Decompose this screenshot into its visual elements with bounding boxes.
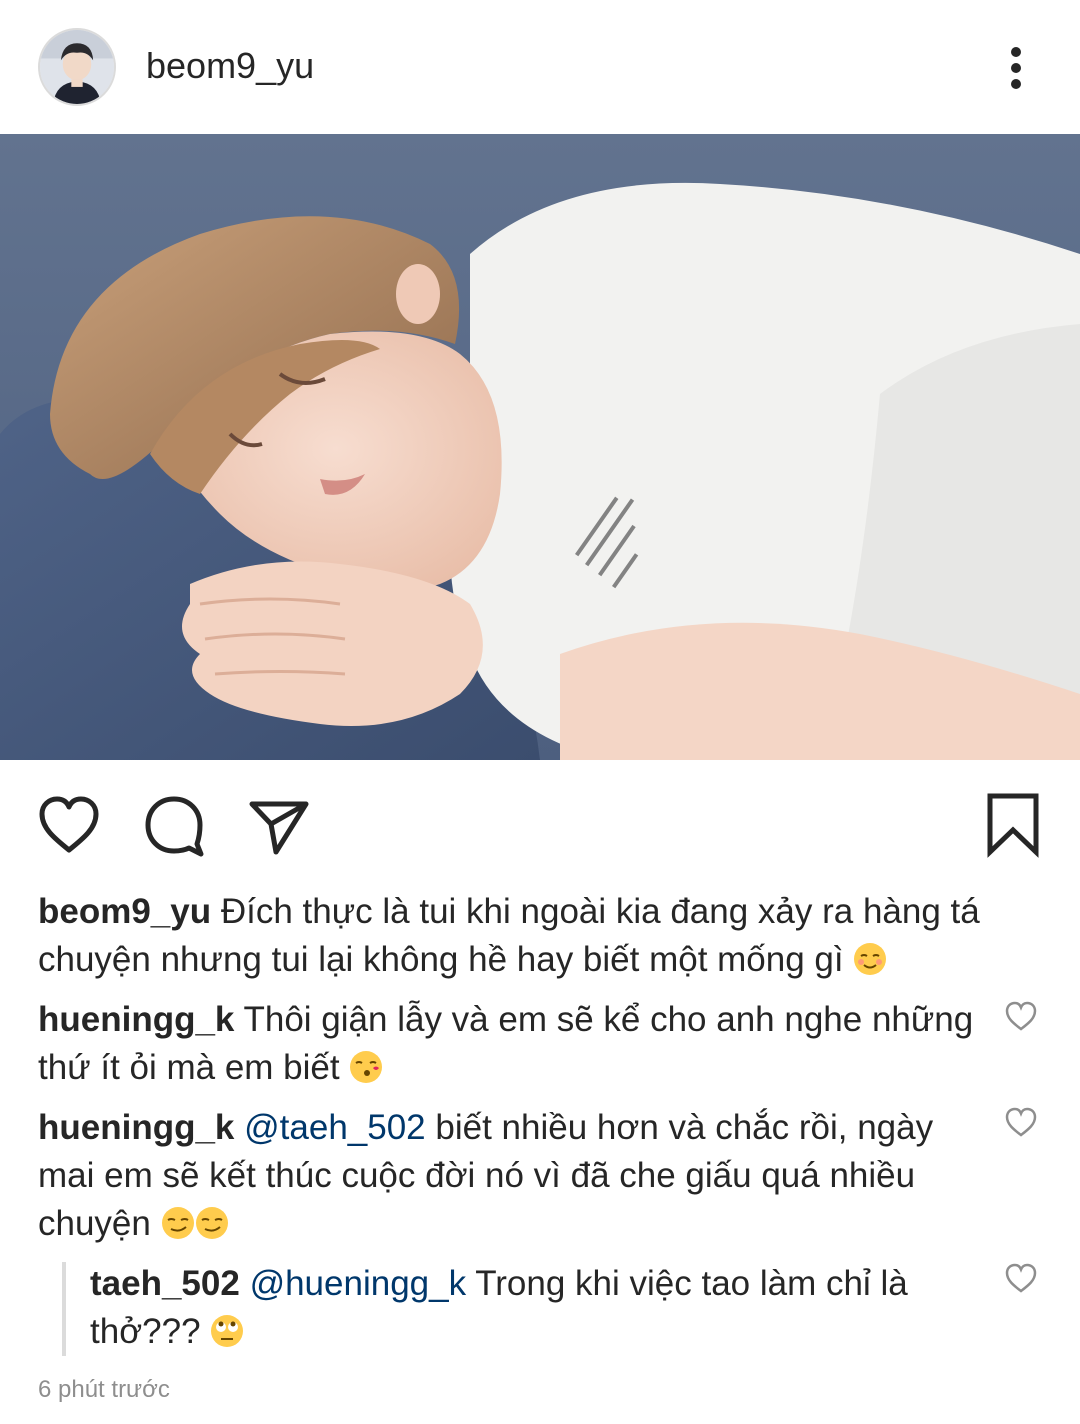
eye-roll-emoji <box>210 1314 244 1348</box>
comment-username[interactable]: hueningg_k <box>38 1108 234 1147</box>
comment-item: hueningg_k @taeh_502 biết nhiều hơn và c… <box>38 1104 978 1248</box>
comment-mention[interactable]: @taeh_502 <box>244 1108 426 1147</box>
reply-thread-line <box>62 1262 66 1356</box>
post-action-bar <box>0 760 1080 880</box>
post-header: beom9_yu <box>0 0 1080 134</box>
reply-item: taeh_502 @hueningg_k Trong khi việc tao … <box>90 1260 970 1356</box>
comment-item: hueningg_k Thôi giận lẫy và em sẽ kể cho… <box>38 996 978 1092</box>
paper-plane-icon[interactable] <box>246 792 312 858</box>
smirking-face-emoji <box>161 1206 195 1240</box>
avatar[interactable] <box>38 28 116 106</box>
post-author-username[interactable]: beom9_yu <box>146 44 314 88</box>
bookmark-icon[interactable] <box>980 792 1046 858</box>
more-vertical-icon[interactable] <box>1000 44 1032 92</box>
avatar-image <box>40 30 114 104</box>
comment-bubble-icon[interactable] <box>141 792 207 858</box>
heart-icon[interactable] <box>36 792 102 858</box>
post-timestamp: 6 phút trước <box>38 1376 170 1403</box>
heart-outline-icon[interactable] <box>1004 1000 1038 1032</box>
comment-username[interactable]: hueningg_k <box>38 1000 234 1039</box>
reply-username[interactable]: taeh_502 <box>90 1264 240 1303</box>
heart-outline-icon[interactable] <box>1004 1106 1038 1138</box>
heart-outline-icon[interactable] <box>1004 1262 1038 1294</box>
kissing-face-emoji <box>349 1050 383 1084</box>
relieved-face-emoji <box>853 942 887 976</box>
post-caption: beom9_yu Đích thực là tui khi ngoài kia … <box>38 888 998 984</box>
smirking-face-emoji <box>195 1206 229 1240</box>
reply-mention[interactable]: @hueningg_k <box>250 1264 467 1303</box>
post-photo[interactable] <box>0 134 1080 760</box>
caption-username[interactable]: beom9_yu <box>38 892 211 931</box>
